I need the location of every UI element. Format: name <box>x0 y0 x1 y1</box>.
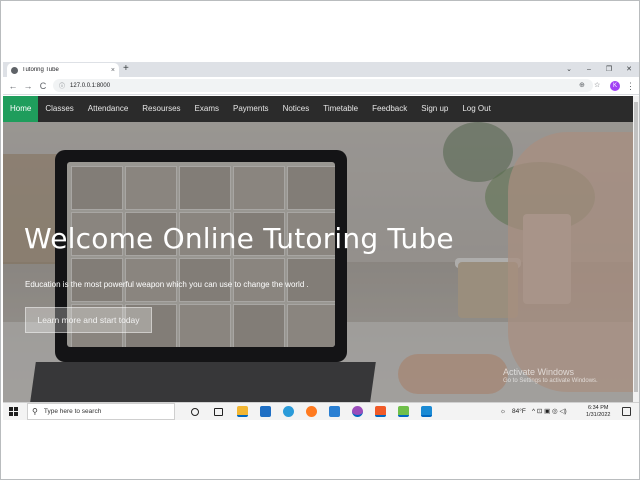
browser-tab-strip: Tutoring Tube × + ⌄ – ❐ ✕ <box>3 62 639 77</box>
nav-feedback[interactable]: Feedback <box>365 96 414 122</box>
nav-log-out[interactable]: Log Out <box>455 96 497 122</box>
back-arrow-icon[interactable]: ← <box>6 79 20 93</box>
nav-home[interactable]: Home <box>3 96 39 122</box>
browser-menu-icon[interactable]: ⋮ <box>626 79 635 93</box>
file-explorer-icon[interactable] <box>237 406 248 417</box>
windows-taskbar: ⚲ Type here to search ☼ 84°F ^ ⊡ ▣ ◎ ◁) … <box>3 402 639 420</box>
edge-icon[interactable] <box>283 406 294 417</box>
vscode-icon[interactable] <box>421 406 432 417</box>
watermark-line2: Go to Settings to activate Windows. <box>503 378 598 384</box>
nav-payments[interactable]: Payments <box>226 96 276 122</box>
nav-sign-up[interactable]: Sign up <box>414 96 455 122</box>
url-text: 127.0.0.1:8000 <box>70 82 111 89</box>
maximize-button[interactable]: ❐ <box>599 62 619 77</box>
hero-overlay <box>3 122 633 402</box>
taskbar-clock[interactable]: 6:34 PM 1/31/2022 <box>586 405 610 419</box>
chrome-icon[interactable] <box>352 406 363 417</box>
weather-icon[interactable]: ☼ <box>500 403 506 420</box>
browser-tab[interactable]: Tutoring Tube × <box>7 63 119 77</box>
weather-temp[interactable]: 84°F <box>512 403 526 420</box>
site-navbar: Home Classes Attendance Resourses Exams … <box>3 96 633 122</box>
clock-time: 6:34 PM <box>587 405 609 411</box>
taskbar-search-box[interactable]: ⚲ Type here to search <box>27 403 175 420</box>
new-tab-button[interactable]: + <box>123 62 129 76</box>
nav-resourses[interactable]: Resourses <box>135 96 187 122</box>
clock-date: 1/31/2022 <box>586 412 611 418</box>
reload-icon[interactable]: C <box>36 79 50 93</box>
tab-title: Tutoring Tube <box>22 67 59 73</box>
hero-subtitle: Education is the most powerful weapon wh… <box>25 280 309 289</box>
page-scrollbar[interactable] <box>633 96 639 402</box>
cortana-icon[interactable] <box>191 408 199 416</box>
screenshot-frame: Tutoring Tube × + ⌄ – ❐ ✕ ← → C ⓘ 127.0.… <box>0 0 640 480</box>
task-view-icon[interactable] <box>214 408 223 416</box>
info-icon[interactable]: ⓘ <box>59 81 65 90</box>
search-icon: ⚲ <box>32 407 38 416</box>
hero-title: Welcome Online Tutoring Tube <box>24 222 454 255</box>
tab-search-icon[interactable]: ⌄ <box>559 62 579 77</box>
globe-icon <box>11 66 18 74</box>
browser-toolbar: ← → C ⓘ 127.0.0.1:8000 ⊕ ☆ K ⋮ <box>3 77 639 95</box>
nav-notices[interactable]: Notices <box>276 96 317 122</box>
minimize-button[interactable]: – <box>579 62 599 77</box>
tab-close-icon[interactable]: × <box>111 67 115 74</box>
desktop-screen: Tutoring Tube × + ⌄ – ❐ ✕ ← → C ⓘ 127.0.… <box>3 62 639 420</box>
xampp-icon[interactable] <box>375 406 386 417</box>
hero-banner: Welcome Online Tutoring Tube Education i… <box>3 122 633 402</box>
profile-avatar[interactable]: K <box>610 81 620 91</box>
learn-more-button[interactable]: Learn more and start today <box>25 307 152 333</box>
nav-exams[interactable]: Exams <box>188 96 226 122</box>
address-bar[interactable]: ⓘ 127.0.0.1:8000 <box>53 79 593 92</box>
firefox-icon[interactable] <box>306 406 317 417</box>
activate-windows-watermark: Activate Windows Go to Settings to activ… <box>503 367 598 384</box>
windows-start-icon[interactable] <box>9 407 18 416</box>
watermark-line1: Activate Windows <box>503 367 575 377</box>
notification-icon[interactable] <box>622 407 631 416</box>
store-icon[interactable] <box>329 406 340 417</box>
bookmark-star-icon[interactable]: ☆ <box>594 79 600 93</box>
app-icon[interactable] <box>398 406 409 417</box>
close-window-button[interactable]: ✕ <box>619 62 639 77</box>
nav-attendance[interactable]: Attendance <box>81 96 135 122</box>
mail-icon[interactable] <box>260 406 271 417</box>
nav-timetable[interactable]: Timetable <box>316 96 365 122</box>
system-tray-icons[interactable]: ^ ⊡ ▣ ◎ ◁) <box>532 403 567 420</box>
taskbar-search-placeholder: Type here to search <box>43 408 102 415</box>
nav-classes[interactable]: Classes <box>38 96 80 122</box>
scrollbar-thumb[interactable] <box>634 102 638 392</box>
translate-icon[interactable]: ⊕ <box>579 79 585 93</box>
forward-arrow-icon[interactable]: → <box>21 79 35 93</box>
